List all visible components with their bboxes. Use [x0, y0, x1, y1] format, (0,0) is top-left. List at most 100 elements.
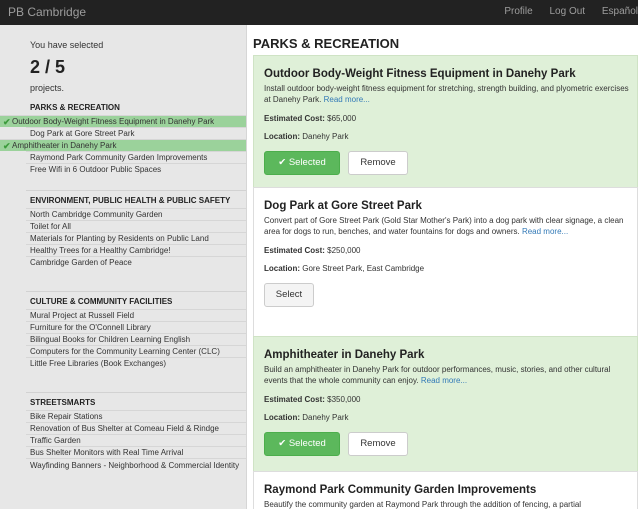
- sidebar-category-title: PARKS & RECREATION: [30, 103, 120, 112]
- sidebar-project-item[interactable]: Bus Shelter Monitors with Real Time Arri…: [26, 446, 246, 458]
- estimated-cost: Estimated Cost: $250,000: [264, 246, 629, 255]
- sidebar-project-label: Little Free Libraries (Book Exchanges): [30, 359, 167, 368]
- project-card: Dog Park at Gore Street Park Convert part…: [253, 187, 638, 337]
- sidebar-project-label: Traffic Garden: [30, 436, 81, 445]
- selected-button[interactable]: ✔ Selected: [264, 151, 340, 175]
- sidebar-project-item[interactable]: Bilingual Books for Children Learning En…: [26, 333, 246, 345]
- description-text: Install outdoor body-weight fitness equi…: [264, 84, 629, 104]
- sidebar-project-label: Mural Project at Russell Field: [30, 311, 135, 320]
- sidebar-project-item[interactable]: Computers for the Community Learning Cen…: [26, 345, 246, 357]
- sidebar-project-label: Dog Park at Gore Street Park: [30, 129, 135, 138]
- section-title: PARKS & RECREATION: [253, 36, 400, 51]
- location-value: Gore Street Park, East Cambridge: [302, 264, 425, 273]
- sidebar-project-item[interactable]: Renovation of Bus Shelter at Comeau Fiel…: [26, 422, 246, 434]
- sidebar-project-item[interactable]: Cambridge Garden of Peace: [26, 256, 246, 268]
- sidebar-project-item[interactable]: Materials for Planting by Residents on P…: [26, 232, 246, 244]
- sidebar-project-item[interactable]: ✔ Amphitheater in Danehy Park: [0, 139, 246, 151]
- project-description: Install outdoor body-weight fitness equi…: [264, 83, 629, 105]
- sidebar: You have selected 2 / 5 projects. PARKS …: [0, 25, 247, 509]
- action-buttons: ✔ Selected Remove: [264, 432, 629, 456]
- sidebar-project-item[interactable]: Healthy Trees for a Healthy Cambridge!: [26, 244, 246, 256]
- project-title: Outdoor Body-Weight Fitness Equipment in…: [264, 68, 576, 80]
- sidebar-project-label: Materials for Planting by Residents on P…: [30, 234, 209, 243]
- logout-link[interactable]: Log Out: [549, 6, 585, 17]
- sidebar-project-label: Computers for the Community Learning Cen…: [30, 347, 220, 356]
- sidebar-project-label: North Cambridge Community Garden: [30, 210, 163, 219]
- cost-value: $350,000: [327, 395, 361, 404]
- sidebar-project-label: Raymond Park Community Garden Improvemen…: [30, 153, 208, 162]
- sidebar-project-label: Bus Shelter Monitors with Real Time Arri…: [30, 448, 184, 457]
- select-button[interactable]: Select: [264, 283, 314, 307]
- brand-logo[interactable]: PB Cambridge: [8, 5, 86, 19]
- sidebar-divider: [26, 190, 246, 191]
- sidebar-project-item[interactable]: Bike Repair Stations: [26, 410, 246, 422]
- project-card: Raymond Park Community Garden Improvemen…: [253, 471, 638, 509]
- location-label: Location:: [264, 132, 300, 141]
- sidebar-category-title: STREETSMARTS: [30, 398, 96, 407]
- read-more-link[interactable]: Read more...: [421, 376, 467, 385]
- sidebar-project-label: Renovation of Bus Shelter at Comeau Fiel…: [30, 424, 219, 433]
- sidebar-project-label: Wayfinding Banners - Neighborhood & Comm…: [30, 461, 240, 470]
- read-more-link[interactable]: Read more...: [324, 95, 370, 104]
- action-buttons: Select: [264, 283, 629, 307]
- description-text: Beautify the community garden at Raymond…: [264, 500, 582, 509]
- language-link[interactable]: Español: [602, 6, 638, 17]
- sidebar-project-item[interactable]: Traffic Garden: [26, 434, 246, 446]
- projects-label: projects.: [30, 83, 65, 93]
- sidebar-project-item[interactable]: Toilet for All: [26, 220, 246, 232]
- location: Location: Danehy Park: [264, 413, 629, 422]
- project-description: Beautify the community garden at Raymond…: [264, 499, 629, 509]
- remove-button[interactable]: Remove: [348, 432, 408, 456]
- check-icon: ✔: [3, 117, 11, 127]
- sidebar-project-label: Outdoor Body-Weight Fitness Equipment in…: [12, 117, 215, 126]
- project-title: Amphitheater in Danehy Park: [264, 349, 425, 361]
- project-description: Build an amphitheater in Danehy Park for…: [264, 364, 629, 386]
- read-more-link[interactable]: Read more...: [522, 227, 568, 236]
- selection-summary-label: You have selected: [30, 40, 104, 50]
- location: Location: Danehy Park: [264, 132, 629, 141]
- sidebar-project-item[interactable]: North Cambridge Community Garden: [26, 208, 246, 220]
- estimated-cost: Estimated Cost: $65,000: [264, 114, 629, 123]
- sidebar-project-label: Bike Repair Stations: [30, 412, 103, 421]
- selection-count: 2 / 5: [30, 57, 66, 77]
- sidebar-project-item[interactable]: Little Free Libraries (Book Exchanges): [26, 357, 246, 369]
- cost-label: Estimated Cost:: [264, 246, 325, 255]
- cost-value: $65,000: [327, 114, 357, 123]
- project-card: Amphitheater in Danehy Park Build an amph…: [253, 336, 638, 472]
- action-buttons: ✔ Selected Remove: [264, 151, 629, 175]
- sidebar-project-item[interactable]: Wayfinding Banners - Neighborhood & Comm…: [26, 458, 246, 482]
- remove-button[interactable]: Remove: [348, 151, 408, 175]
- sidebar-divider: [26, 392, 246, 393]
- profile-link[interactable]: Profile: [504, 6, 532, 17]
- sidebar-project-item[interactable]: Furniture for the O'Connell Library: [26, 321, 246, 333]
- sidebar-project-label: Cambridge Garden of Peace: [30, 258, 132, 267]
- project-card: Outdoor Body-Weight Fitness Equipment in…: [253, 55, 638, 189]
- cost-value: $250,000: [327, 246, 361, 255]
- selected-button[interactable]: ✔ Selected: [264, 432, 340, 456]
- cost-label: Estimated Cost:: [264, 114, 325, 123]
- check-icon: ✔: [3, 141, 11, 151]
- sidebar-project-label: Amphitheater in Danehy Park: [12, 141, 117, 150]
- main-content: PARKS & RECREATION Outdoor Body-Weight F…: [253, 25, 638, 509]
- check-icon: ✔: [278, 438, 287, 449]
- project-title: Dog Park at Gore Street Park: [264, 200, 422, 212]
- description-text: Convert part of Gore Street Park (Gold S…: [264, 216, 624, 236]
- location-value: Danehy Park: [302, 132, 349, 141]
- sidebar-project-item[interactable]: Mural Project at Russell Field: [26, 309, 246, 321]
- top-navbar: PB Cambridge Profile Log Out Español: [0, 0, 638, 25]
- sidebar-project-item[interactable]: Dog Park at Gore Street Park: [26, 127, 246, 139]
- sidebar-project-label: Furniture for the O'Connell Library: [30, 323, 151, 332]
- sidebar-divider: [26, 291, 246, 292]
- project-description: Convert part of Gore Street Park (Gold S…: [264, 215, 629, 237]
- sidebar-project-item[interactable]: ✔ Outdoor Body-Weight Fitness Equipment i…: [0, 115, 246, 127]
- sidebar-project-item[interactable]: Raymond Park Community Garden Improvemen…: [26, 151, 246, 163]
- sidebar-project-label: Healthy Trees for a Healthy Cambridge!: [30, 246, 171, 255]
- sidebar-project-label: Bilingual Books for Children Learning En…: [30, 335, 191, 344]
- location-label: Location:: [264, 413, 300, 422]
- sidebar-category-title: CULTURE & COMMUNITY FACILITIES: [30, 297, 173, 306]
- location-value: Danehy Park: [302, 413, 349, 422]
- sidebar-project-label: Free Wifi in 6 Outdoor Public Spaces: [30, 165, 162, 174]
- location-label: Location:: [264, 264, 300, 273]
- sidebar-project-item[interactable]: Free Wifi in 6 Outdoor Public Spaces: [26, 163, 246, 175]
- selected-button-label: Selected: [288, 438, 326, 449]
